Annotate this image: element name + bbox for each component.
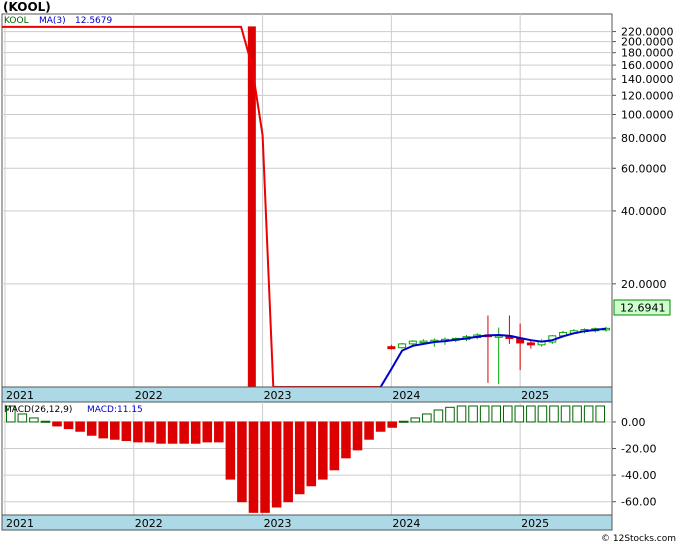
macd-bar	[445, 406, 455, 423]
macd-legend-name: MACD:	[87, 405, 117, 415]
macd-y-tick-label: -60.00	[621, 496, 656, 509]
macd-x-tick-label: 2023	[264, 517, 292, 530]
legend-ma-value: 12.5679	[75, 16, 112, 26]
macd-bar	[491, 405, 501, 423]
macd-bar	[502, 405, 513, 423]
macd-legend-label: MACD(26,12,9)	[4, 405, 72, 415]
macd-bar	[40, 420, 51, 423]
macd-bar	[156, 421, 166, 444]
macd-bar	[179, 421, 189, 444]
candle-body	[419, 340, 428, 344]
macd-bar	[410, 417, 421, 423]
macd-bar	[364, 421, 374, 440]
macd-bar	[110, 421, 120, 440]
macd-bar	[225, 421, 236, 480]
price-y-tick-label: 40.0000	[621, 205, 667, 218]
macd-bar	[260, 421, 270, 513]
candle-body	[526, 342, 535, 346]
macd-bar	[75, 421, 85, 432]
macd-bar	[318, 421, 328, 480]
macd-bar	[422, 413, 432, 423]
macd-bar	[468, 405, 478, 423]
stock-chart: (KOOL) 220.0000 200.0000 180.0000 160.0000 1…	[0, 0, 680, 546]
macd-bar	[202, 421, 213, 443]
macd-bar	[526, 405, 536, 423]
macd-bar	[514, 405, 525, 423]
macd-bar	[248, 421, 259, 513]
legend-symbol: KOOL	[4, 16, 29, 26]
candle-body	[408, 340, 417, 345]
macd-y-tick-label: 0.00	[621, 416, 646, 429]
price-y-tick-label: 140.0000	[621, 73, 674, 86]
macd-bar	[456, 405, 467, 423]
macd-bar	[271, 421, 282, 508]
macd-bar	[121, 421, 132, 442]
macd-bar	[537, 405, 548, 423]
macd-x-tick-label: 2022	[135, 517, 163, 530]
ticker-title: (KOOL)	[3, 0, 51, 14]
macd-x-tick-label: 2025	[521, 517, 549, 530]
price-x-tick-label: 2025	[521, 389, 549, 402]
macd-bar	[237, 421, 247, 503]
macd-bar	[283, 421, 293, 503]
macd-bar	[583, 405, 594, 423]
macd-x-tick-label: 2024	[392, 517, 420, 530]
candle-body	[387, 346, 396, 350]
macd-bar	[341, 421, 351, 459]
macd-bar	[352, 421, 363, 451]
price-x-tick-label: 2023	[264, 389, 292, 402]
price-y-axis: 220.0000200.0000180.0000160.0000140.0000…	[612, 26, 674, 291]
macd-bar	[306, 421, 317, 487]
macd-bar	[595, 405, 606, 423]
legend-ma-label: MA(3)	[39, 16, 66, 26]
macd-y-tick-label: -40.00	[621, 469, 656, 482]
macd-bar	[433, 409, 444, 423]
macd-bar	[560, 405, 571, 423]
price-y-tick-label: 60.0000	[621, 162, 667, 175]
macd-bar	[63, 421, 74, 430]
macd-x-tick-label: 2021	[6, 517, 34, 530]
macd-bar	[86, 421, 97, 436]
chart-canvas: (KOOL) 220.0000200.0000180.0000160.00001…	[1, 0, 676, 544]
macd-bar	[167, 421, 178, 444]
price-y-tick-label: 100.0000	[621, 109, 674, 122]
price-y-tick-label: 160.0000	[621, 59, 674, 72]
price-x-tick-label: 2024	[392, 389, 420, 402]
macd-bar	[52, 421, 62, 427]
price-y-tick-label: 20.0000	[621, 278, 667, 291]
candle-body	[398, 343, 407, 349]
footer-credit: © 12Stocks.com	[601, 534, 676, 544]
price-y-tick-label: 180.0000	[621, 47, 674, 60]
macd-bar	[29, 417, 39, 423]
price-x-tick-label: 2022	[135, 389, 163, 402]
macd-bar	[190, 421, 201, 444]
macd-y-tick-label: -20.00	[621, 443, 656, 456]
macd-bar	[329, 421, 340, 471]
macd-bar	[133, 421, 143, 443]
macd-y-axis: 0.00 -20.00 -40.00 -60.00	[612, 416, 656, 509]
last-price-value: 12.6941	[620, 302, 666, 315]
macd-bar	[398, 420, 409, 423]
macd-bar	[375, 421, 386, 432]
macd-legend-value: 11.15	[117, 405, 143, 415]
macd-bar	[549, 405, 559, 423]
macd-bar	[387, 421, 397, 428]
macd-bar	[17, 413, 28, 423]
macd-bar	[98, 421, 109, 439]
macd-bar	[572, 405, 582, 423]
macd-bar	[214, 421, 224, 443]
price-y-tick-label: 80.0000	[621, 132, 667, 145]
price-y-tick-label: 120.0000	[621, 89, 674, 102]
macd-bar	[144, 421, 155, 443]
macd-bar	[479, 405, 490, 423]
macd-bar	[294, 421, 305, 495]
price-x-tick-label: 2021	[6, 389, 34, 402]
